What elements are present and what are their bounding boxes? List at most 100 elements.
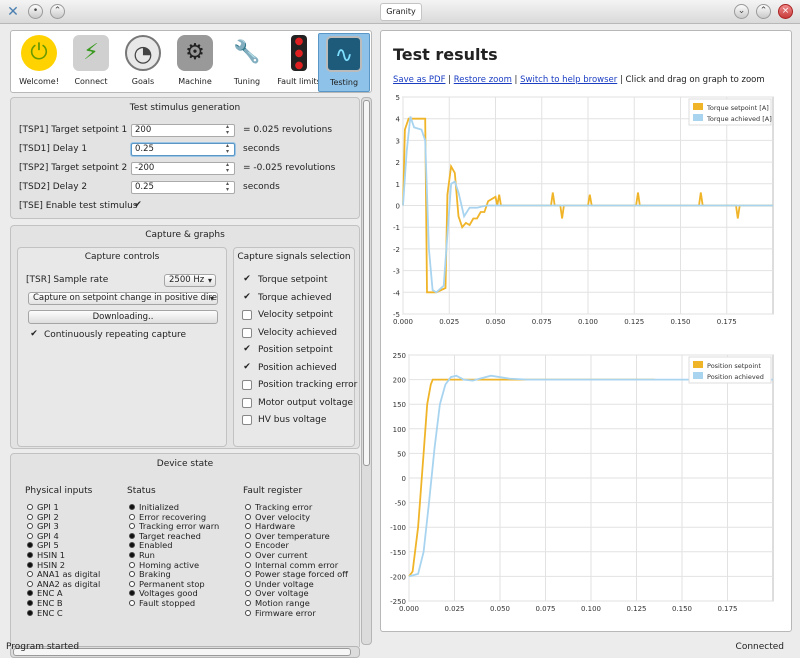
state-indicator xyxy=(245,523,251,530)
state-label: ENC B xyxy=(37,598,63,608)
state-label: Homing active xyxy=(139,559,200,570)
tab-testing[interactable]: ∿ Testing xyxy=(318,33,370,92)
y-tick-label: 100 xyxy=(393,426,406,434)
status-bar: Program started Connected xyxy=(0,640,800,658)
tsd1-input[interactable]: 0.25 xyxy=(131,143,235,156)
state-indicator xyxy=(129,542,135,549)
vertical-scroll-thumb[interactable] xyxy=(363,100,370,466)
y-tick-label: 1 xyxy=(396,181,400,189)
sample-rate-select[interactable]: 2500 Hz xyxy=(164,274,216,287)
state-label: Tracking error xyxy=(255,502,313,512)
tsd2-label: [TSD2] Delay 2 xyxy=(19,182,88,192)
state-indicator xyxy=(27,580,33,587)
y-tick-label: -100 xyxy=(390,524,406,532)
plug-icon: ⚡ xyxy=(73,35,109,71)
minimize-button[interactable]: ⌄ xyxy=(734,4,749,19)
tab-tuning[interactable]: 🔧 Tuning xyxy=(221,33,273,92)
y-tick-label: -1 xyxy=(393,224,400,232)
settings-scroll-area[interactable]: Test stimulus generation [TSP1] Target s… xyxy=(10,97,360,647)
x-tick-label: 0.175 xyxy=(717,318,737,326)
state-indicator xyxy=(27,532,33,539)
capture-graphs-group: Capture & graphs Capture controls [TSR] … xyxy=(10,225,360,449)
tsd1-unit: seconds xyxy=(243,144,280,154)
vertical-scrollbar[interactable] xyxy=(361,97,372,645)
test-stimulus-title: Test stimulus generation xyxy=(129,103,241,113)
state-label: GPI 1 xyxy=(37,502,59,512)
legend-swatch xyxy=(693,361,703,368)
state-indicator xyxy=(27,513,33,520)
tsp1-label: [TSP1] Target setpoint 1 xyxy=(19,125,128,135)
state-indicator xyxy=(27,609,33,616)
state-indicator xyxy=(129,523,135,530)
x-tick-label: 0.075 xyxy=(532,318,552,326)
tse-checkbox[interactable]: ✔ xyxy=(133,201,143,211)
tab-welcome[interactable]: ⏻ Welcome! xyxy=(13,33,65,92)
state-label: Hardware xyxy=(255,521,296,532)
state-indicator xyxy=(27,504,33,510)
download-button[interactable]: Downloading.. xyxy=(28,310,218,324)
tsd2-input[interactable]: 0.25 xyxy=(131,181,235,194)
tab-machine[interactable]: ⚙ Machine xyxy=(169,33,221,92)
signal-checkbox[interactable]: ✔ xyxy=(242,345,252,355)
signal-checkbox[interactable] xyxy=(242,310,252,320)
traffic-light-icon: ● ● ● xyxy=(291,35,307,71)
signal-label: Position setpoint xyxy=(258,345,333,355)
wrench-icon: 🔧 xyxy=(233,40,261,65)
signal-checkbox[interactable] xyxy=(242,415,252,425)
state-label: Under voltage xyxy=(255,578,314,589)
y-tick-label: 0 xyxy=(396,203,400,211)
signal-checkbox[interactable] xyxy=(242,380,252,390)
y-tick-label: 5 xyxy=(396,94,400,102)
signal-checkbox[interactable]: ✔ xyxy=(242,362,252,373)
app-icon[interactable]: ✕ xyxy=(4,3,22,21)
tab-connect[interactable]: ⚡ Connect xyxy=(65,33,117,92)
repeat-capture-checkbox[interactable]: ✔ xyxy=(29,330,39,340)
state-label: Over velocity xyxy=(255,511,311,522)
state-indicator xyxy=(129,561,135,568)
state-indicator xyxy=(245,609,251,616)
state-indicator xyxy=(245,590,251,597)
signal-checkbox[interactable] xyxy=(242,327,252,338)
tsp1-input[interactable]: 200 xyxy=(131,124,235,137)
tsp2-unit: = -0.025 revolutions xyxy=(243,163,336,173)
signal-checkbox[interactable] xyxy=(242,397,252,408)
x-tick-label: 0.050 xyxy=(490,605,510,613)
state-label: Permanent stop xyxy=(139,578,205,589)
tab-goals[interactable]: ◔ Goals xyxy=(117,33,169,92)
signal-checkbox[interactable]: ✔ xyxy=(242,275,252,285)
state-indicator xyxy=(129,552,135,558)
capture-controls-title: Capture controls xyxy=(84,252,160,262)
y-tick-label: -50 xyxy=(395,500,406,508)
status-connection: Connected xyxy=(735,642,784,652)
results-plots[interactable]: 543210-1-2-3-4-50.000 0.025 0.050 0.075 0.10… xyxy=(381,31,792,631)
y-tick-label: -3 xyxy=(393,268,400,276)
close-button[interactable]: × xyxy=(778,4,793,19)
signal-label: Velocity setpoint xyxy=(258,310,333,320)
legend-label: Torque achieved [A] xyxy=(706,115,772,123)
fault-register-title: Fault register xyxy=(243,486,303,496)
x-tick-label: 0.125 xyxy=(624,318,644,326)
state-label: Fault stopped xyxy=(139,598,196,608)
tsp2-input[interactable]: -200 xyxy=(131,162,235,175)
legend-swatch xyxy=(693,114,703,121)
state-label: ENC C xyxy=(37,607,63,618)
state-label: ANA2 as digital xyxy=(37,578,101,589)
y-tick-label: -2 xyxy=(393,246,400,254)
results-pane: Test results Save as PDF | Restore zoom … xyxy=(380,30,792,632)
y-tick-label: 50 xyxy=(397,450,406,458)
x-tick-label: 0.050 xyxy=(485,318,505,326)
window-menu-button[interactable]: • xyxy=(28,4,43,19)
signal-checkbox[interactable]: ✔ xyxy=(242,292,252,303)
keep-above-button[interactable]: ⌃ xyxy=(50,4,65,19)
test-stimulus-group: Test stimulus generation [TSP1] Target s… xyxy=(10,97,360,219)
signal-label: Torque achieved xyxy=(258,292,332,303)
state-indicator xyxy=(27,552,33,558)
state-indicator xyxy=(245,513,251,520)
maximize-button[interactable]: ⌃ xyxy=(756,4,771,19)
trigger-mode-select[interactable]: Capture on setpoint change in positive d… xyxy=(28,292,218,305)
legend-label: Torque setpoint [A] xyxy=(706,104,769,112)
x-tick-label: 0.125 xyxy=(626,605,646,613)
state-label: GPI 5 xyxy=(37,540,59,551)
state-label: Target reached xyxy=(139,530,201,541)
state-label: Braking xyxy=(139,569,171,580)
